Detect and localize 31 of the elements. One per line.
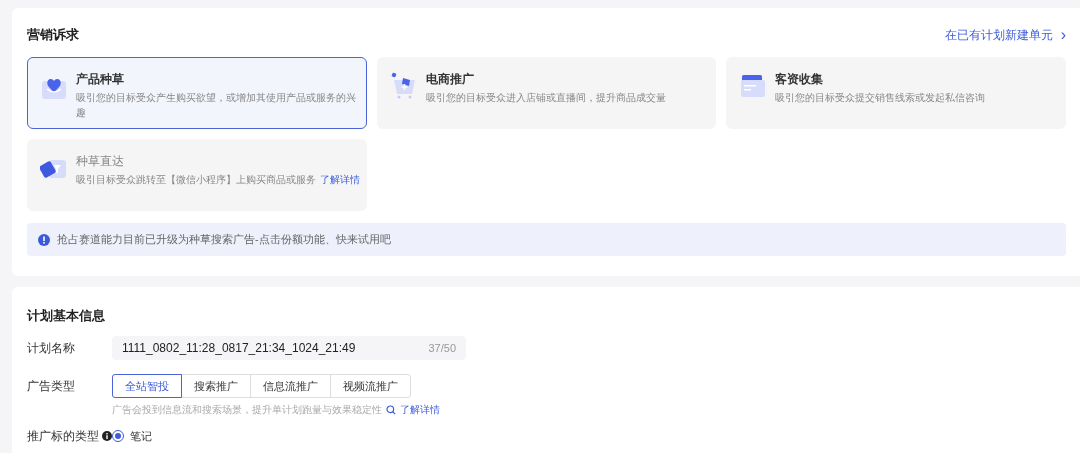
- goal-card[interactable]: 产品种草 吸引您的目标受众产生购买欲望，或增加其使用产品或服务的兴趣: [27, 57, 367, 129]
- hint-text: 广告会投到信息流和搜索场景，提升单计划跑量与效果稳定性: [112, 403, 382, 417]
- section-title: 营销诉求: [27, 26, 79, 45]
- ad-type-tab[interactable]: 视频流推广: [330, 374, 411, 398]
- section-title: 计划基本信息: [27, 307, 106, 324]
- ad-type-tab[interactable]: 全站智投: [112, 374, 182, 398]
- card-description: 吸引您的目标受众提交销售线索或发起私信咨询: [775, 91, 986, 105]
- learn-more-link[interactable]: 了解详情: [400, 402, 440, 417]
- shopping-cart-icon: [389, 72, 418, 100]
- card-title: 客资收集: [775, 71, 825, 88]
- field-label: 计划名称: [27, 340, 76, 357]
- goal-card[interactable]: 客资收集 吸引您的目标受众提交销售线索或发起私信咨询: [726, 57, 1066, 129]
- card-title: 种草直达: [76, 153, 125, 170]
- ad-type-tab[interactable]: 信息流推广: [250, 374, 331, 398]
- card-stack-icon: [739, 72, 768, 100]
- card-description: 吸引您的目标受众产生购买欲望，或增加其使用产品或服务的兴趣: [76, 91, 357, 120]
- goal-card[interactable]: 电商推广 吸引您的目标受众进入店铺或直播间，提升商品成交量: [376, 57, 717, 129]
- field-label: 广告类型: [27, 378, 76, 395]
- plan-name-input[interactable]: 1111_0802_11:28_0817_21:34_1024_21:49 37/50: [112, 336, 466, 360]
- target-radio[interactable]: 笔记: [112, 427, 152, 445]
- search-icon: [386, 404, 396, 415]
- card-description: 吸引您的目标受众进入店铺或直播间，提升商品成交量: [425, 91, 666, 105]
- card-description: 吸引目标受众跳转至【微信小程序】上购买商品或服务: [76, 173, 316, 187]
- help-icon: [102, 431, 112, 441]
- new-unit-link[interactable]: 在已有计划新建单元 ›: [944, 26, 1066, 44]
- card-title: 电商推广: [425, 71, 475, 88]
- info-icon: [38, 233, 50, 246]
- field-label: 推广标的类型: [27, 428, 99, 445]
- notice-text: 抢占赛道能力目前已升级为种草搜索广告-点击份额功能、快来试用吧: [57, 232, 391, 248]
- card-title: 产品种草: [76, 71, 125, 88]
- ad-type-tab[interactable]: 搜索推广: [181, 374, 251, 398]
